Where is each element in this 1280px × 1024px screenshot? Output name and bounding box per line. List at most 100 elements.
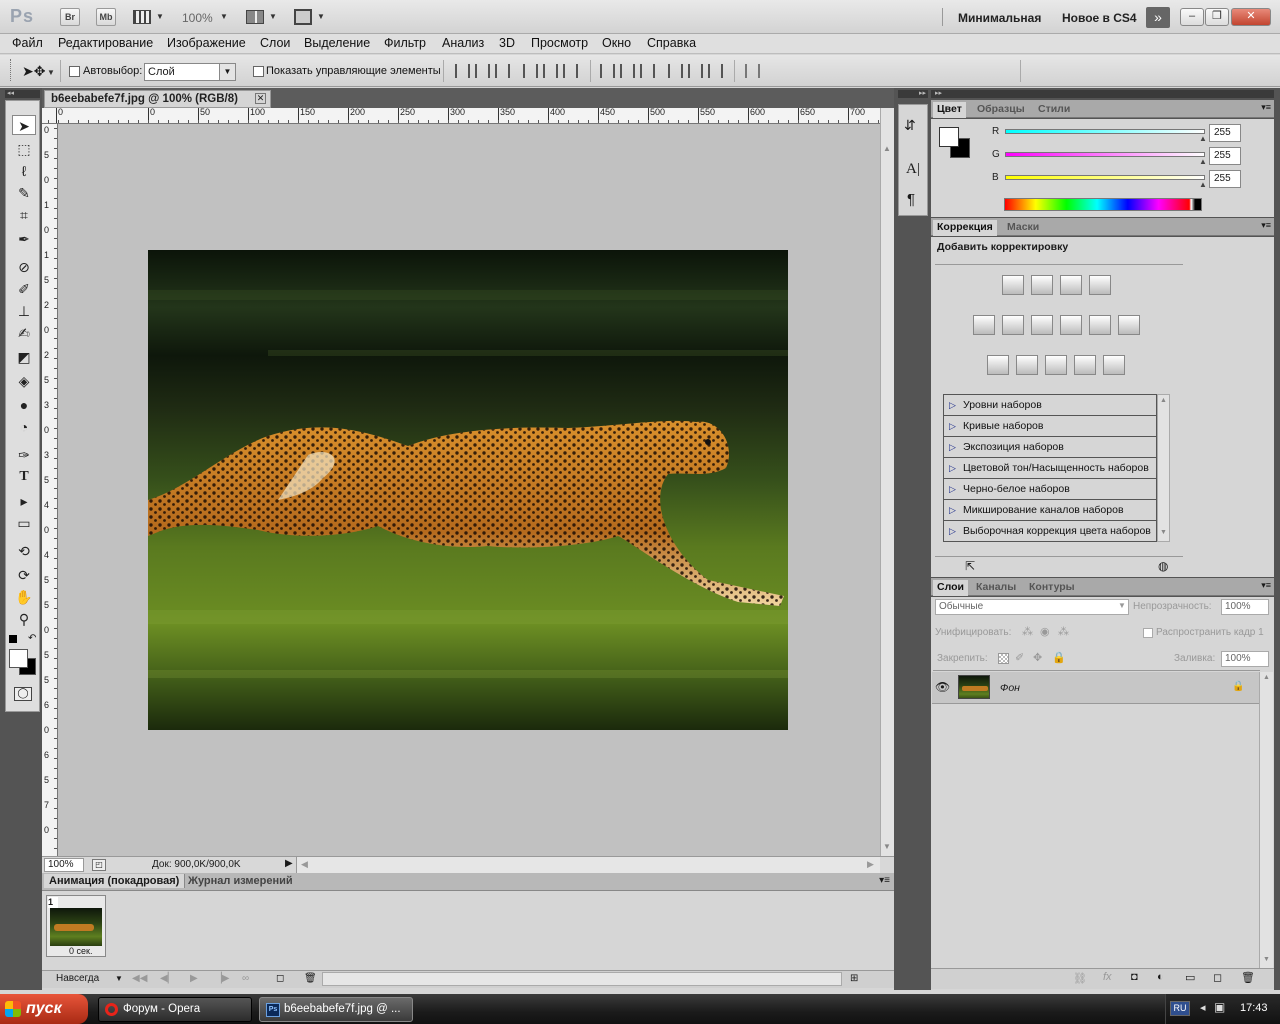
horizontal-scrollbar[interactable]: ◀ ▶ <box>296 857 880 873</box>
scroll-right-icon[interactable]: ▶ <box>867 859 874 870</box>
chevron-down-icon[interactable]: ▼ <box>115 974 123 983</box>
presets-scrollbar[interactable]: ▲ ▼ <box>1157 394 1170 542</box>
foreground-color-swatch[interactable] <box>9 649 28 668</box>
minimize-button[interactable]: – <box>1180 8 1204 26</box>
distribute-top-icon[interactable] <box>600 64 615 78</box>
menu-view[interactable]: Просмотр <box>531 36 588 50</box>
menu-help[interactable]: Справка <box>647 36 696 50</box>
prev-frame-icon[interactable]: ◀▏ <box>160 973 175 984</box>
scroll-down-icon[interactable]: ▼ <box>883 842 891 851</box>
color-spectrum-bar[interactable] <box>1004 198 1202 211</box>
return-to-list-icon[interactable]: ⇱ <box>965 559 975 573</box>
move-tool-icon[interactable]: ➤ <box>12 115 36 135</box>
opacity-input[interactable]: 100% <box>1221 599 1269 615</box>
menu-3d[interactable]: 3D <box>499 36 515 50</box>
healing-brush-tool-icon[interactable]: ⊘ <box>12 257 36 277</box>
loop-select[interactable]: Навсегда <box>56 973 99 984</box>
red-value-input[interactable]: 255 <box>1209 124 1241 142</box>
workspace-new-in-cs4[interactable]: Новое в CS4 <box>1062 11 1137 25</box>
eye-icon[interactable]: 👁 <box>935 680 950 694</box>
black-white-icon[interactable] <box>1060 315 1082 335</box>
frames-scrollbar[interactable] <box>322 972 842 986</box>
preset-channel-mixer[interactable]: ▷ Микширование каналов наборов <box>944 500 1156 521</box>
bridge-button[interactable]: Br <box>60 8 80 26</box>
blend-mode-select[interactable]: Обычные <box>935 599 1129 615</box>
3d-orbit-tool-icon[interactable]: ⟳ <box>12 565 36 585</box>
tray-arrow-icon[interactable]: ◂ <box>1200 1001 1206 1014</box>
quick-mask-icon[interactable]: ◯ <box>14 687 32 701</box>
play-icon[interactable]: ▶ <box>190 973 198 984</box>
selective-color-icon[interactable] <box>1103 355 1125 375</box>
menu-layer[interactable]: Слои <box>260 36 290 50</box>
layer-style-icon[interactable]: fx <box>1103 971 1112 983</box>
document-image-cheetah[interactable] <box>148 250 788 730</box>
green-slider[interactable] <box>1005 152 1205 157</box>
delete-frame-icon[interactable]: 🗑 <box>304 973 317 984</box>
eraser-tool-icon[interactable]: ◩ <box>12 347 36 367</box>
autoselect-target-select[interactable]: Слой ▼ <box>144 63 236 81</box>
align-top-icon[interactable] <box>455 64 470 78</box>
language-indicator[interactable]: RU <box>1170 1001 1190 1016</box>
preset-curves[interactable]: ▷ Кривые наборов <box>944 416 1156 437</box>
collapse-tools-icon[interactable]: ◂◂ <box>5 90 40 98</box>
chevron-down-icon[interactable]: ▼ <box>317 12 325 21</box>
next-frame-icon[interactable]: ▕▶ <box>214 973 229 984</box>
align-bottom-icon[interactable] <box>495 64 510 78</box>
lock-position-icon[interactable]: ✥ <box>1033 651 1042 664</box>
ruler-horizontal[interactable]: 0 0 50 100 150 200 250 300 350 400 450 500 550 600 650… <box>42 108 880 124</box>
tab-channels[interactable]: Каналы <box>972 580 1020 596</box>
chevron-down-icon[interactable]: ▼ <box>1118 601 1126 610</box>
propagate-frame-checkbox[interactable] <box>1143 628 1153 638</box>
delete-layer-icon[interactable]: 🗑 <box>1241 971 1255 984</box>
align-right-icon[interactable] <box>563 64 578 78</box>
network-icon[interactable]: ▣ <box>1214 1000 1225 1014</box>
expand-dock-icon[interactable]: ▸▸ <box>898 90 928 98</box>
brightness-contrast-icon[interactable] <box>1002 275 1024 295</box>
brush-tool-icon[interactable]: ✐ <box>12 279 36 299</box>
chevron-down-icon[interactable]: ▼ <box>156 12 164 21</box>
animation-frame[interactable]: 1 0 сек. <box>46 895 106 957</box>
character-icon[interactable]: A| <box>906 161 920 178</box>
preset-exposure[interactable]: ▷ Экспозиция наборов <box>944 437 1156 458</box>
history-icon[interactable]: ⇵ <box>904 117 916 134</box>
path-selection-tool-icon[interactable]: ▸ <box>12 491 36 511</box>
tab-paths[interactable]: Контуры <box>1025 580 1079 596</box>
lock-all-icon[interactable]: 🔒 <box>1052 651 1066 664</box>
panel-menu-icon[interactable]: ▾≡ <box>1261 220 1271 231</box>
invert-icon[interactable] <box>987 355 1009 375</box>
distribute-hcenter-icon[interactable] <box>688 64 703 78</box>
blue-slider[interactable] <box>1005 175 1205 180</box>
tab-masks[interactable]: Маски <box>1003 220 1043 236</box>
channel-mixer-icon[interactable] <box>1118 315 1140 335</box>
scroll-up-icon[interactable]: ▲ <box>1263 674 1270 681</box>
red-slider[interactable] <box>1005 129 1205 134</box>
exposure-icon[interactable] <box>1089 275 1111 295</box>
clone-stamp-tool-icon[interactable]: ⊥ <box>12 301 36 321</box>
preset-black-white[interactable]: ▷ Черно-белое наборов <box>944 479 1156 500</box>
taskbar-photoshop[interactable]: Ps b6eebabefe7f.jpg @ ... <box>259 997 413 1022</box>
restore-button[interactable]: ❐ <box>1205 8 1229 26</box>
tab-color[interactable]: Цвет <box>933 102 966 118</box>
slider-thumb[interactable]: ▲ <box>1199 180 1207 189</box>
photo-filter-icon[interactable] <box>1089 315 1111 335</box>
align-hcenter-icon[interactable] <box>543 64 558 78</box>
menu-filter[interactable]: Фильтр <box>384 36 426 50</box>
slider-thumb[interactable]: ▲ <box>1199 157 1207 166</box>
scroll-up-icon[interactable]: ▲ <box>1160 397 1167 404</box>
menu-select[interactable]: Выделение <box>304 36 370 50</box>
duplicate-frame-icon[interactable]: ◻ <box>276 973 284 984</box>
paragraph-icon[interactable]: ¶ <box>907 191 915 208</box>
crop-tool-icon[interactable]: ⌗ <box>12 205 36 225</box>
document-tab[interactable]: b6eebabefe7f.jpg @ 100% (RGB/8) ✕ <box>44 90 271 108</box>
blue-value-input[interactable]: 255 <box>1209 170 1241 188</box>
new-group-icon[interactable]: ▭ <box>1185 971 1195 984</box>
arrange-documents-icon[interactable] <box>246 10 264 24</box>
taskbar-opera[interactable]: Форум - Opera <box>98 997 252 1022</box>
tab-adjustments[interactable]: Коррекция <box>933 220 997 236</box>
view-extras-icon[interactable] <box>133 10 151 24</box>
layers-scrollbar[interactable]: ▲ ▼ <box>1259 672 1273 968</box>
lock-transparency-icon[interactable] <box>998 653 1009 664</box>
tab-styles[interactable]: Стили <box>1034 102 1074 118</box>
scroll-down-icon[interactable]: ▼ <box>1160 529 1167 536</box>
move-tool-preset-icon[interactable]: ➤✥ <box>22 63 45 80</box>
